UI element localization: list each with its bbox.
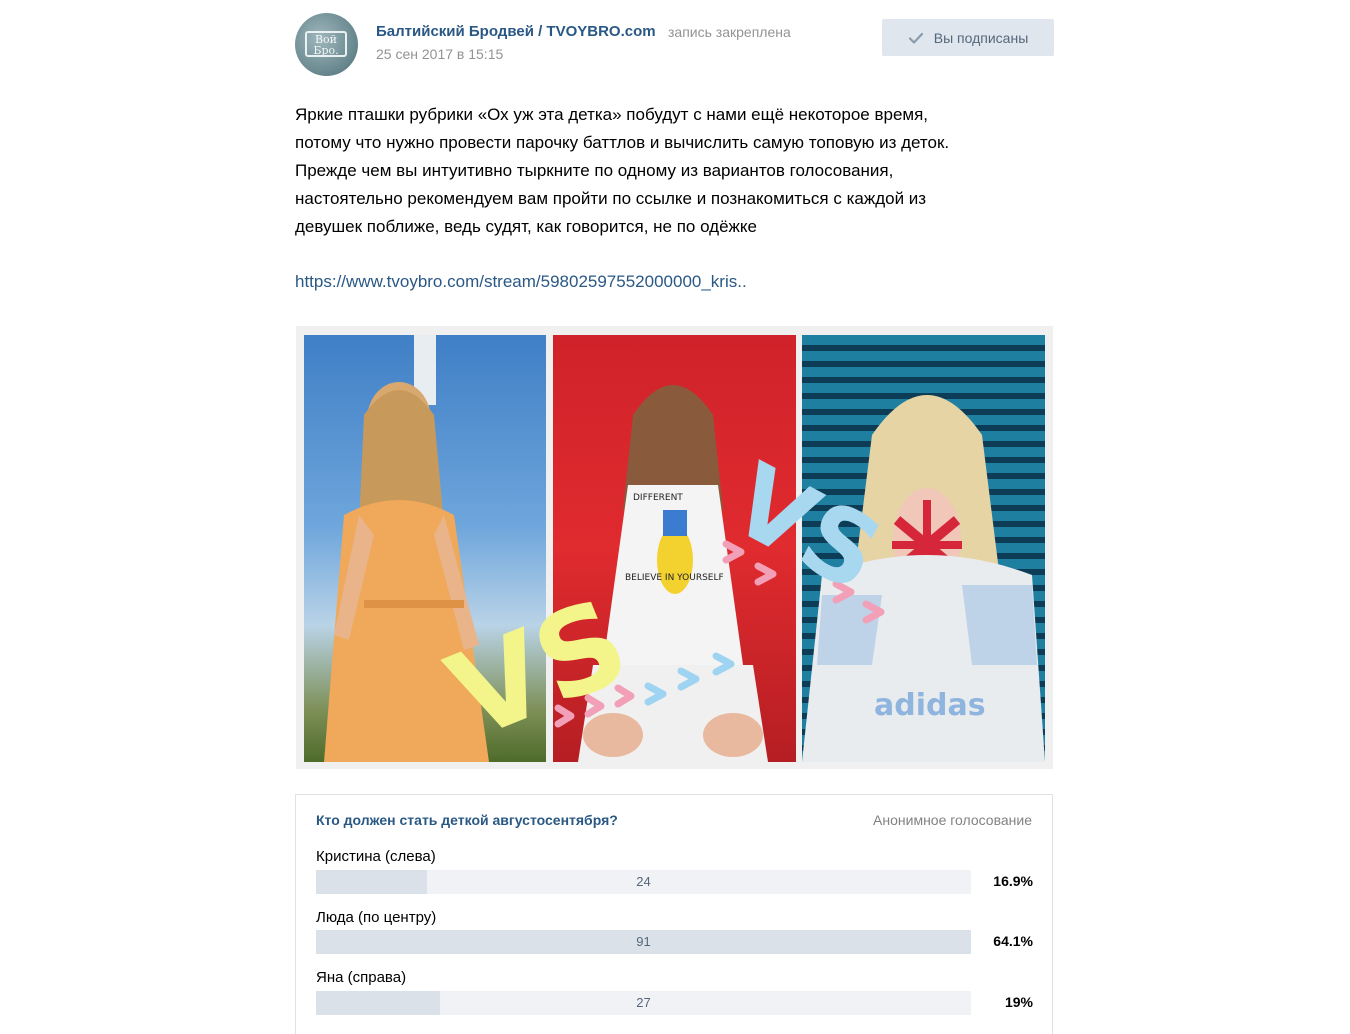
pinned-label: запись закреплена (668, 24, 791, 40)
poll-option-percent: 64.1% (993, 933, 1033, 949)
poll-option-bar[interactable]: 27 (316, 991, 971, 1015)
poll-type: Анонимное голосование (873, 812, 1032, 828)
poll-option-bar[interactable]: 91 (316, 930, 971, 954)
post-text-line: Прежде чем вы интуитивно тыркните по одн… (295, 161, 894, 180)
poll-option-label: Кристина (слева) (316, 848, 436, 865)
shirt-text-top: DIFFERENT (633, 493, 683, 503)
poll-option-count: 24 (636, 874, 651, 889)
photo-panel-center: DIFFERENT BELIEVE IN YOURSELF (553, 335, 796, 762)
subscribed-button[interactable]: Вы подписаны (882, 19, 1054, 56)
girl-orange-dress-figure (324, 335, 489, 762)
poll-option-count: 27 (636, 995, 651, 1010)
post-date[interactable]: 25 сен 2017 в 15:15 (376, 46, 503, 62)
check-icon (908, 32, 923, 44)
girl-white-dress-figure: DIFFERENT BELIEVE IN YOURSELF (578, 385, 768, 762)
post-text-line: настоятельно рекомендуем вам пройти по с… (295, 189, 927, 208)
community-avatar[interactable]: Вой Бро. (295, 13, 358, 76)
poll-option-label: Яна (справа) (316, 969, 407, 986)
subscribed-button-label: Вы подписаны (933, 29, 1029, 46)
poll: Кто должен стать деткой августосентября?… (295, 794, 1053, 1034)
post-link[interactable]: https://www.tvoybro.com/stream/598025975… (295, 268, 747, 296)
poll-option-percent: 16.9% (993, 873, 1033, 889)
community-name-link[interactable]: Балтийский Бродвей / TVOYBRO.com (376, 23, 656, 40)
community-logo: Вой Бро. (305, 31, 347, 57)
poll-option-count: 91 (636, 934, 651, 949)
post-text-line: девушек поближе, ведь судят, как говорит… (295, 217, 757, 236)
shirt-text-bottom: BELIEVE IN YOURSELF (625, 573, 724, 583)
poll-option-label: Люда (по центру) (316, 909, 437, 926)
adidas-logo-text: adidas (874, 688, 986, 723)
post-photo[interactable]: DIFFERENT BELIEVE IN YOURSELF adidas VS … (296, 326, 1053, 769)
post-text-line: потому что нужно провести парочку баттло… (295, 133, 950, 152)
poll-option-percent: 19% (1004, 994, 1033, 1010)
post-text: Яркие пташки рубрики «Ох уж эта детка» п… (295, 101, 1055, 241)
poll-option-bar[interactable]: 24 (316, 870, 971, 894)
girl-adidas-figure: adidas (802, 395, 1045, 762)
poll-question[interactable]: Кто должен стать деткой августосентября? (316, 812, 618, 828)
post-text-line: Яркие пташки рубрики «Ох уж эта детка» п… (295, 105, 929, 124)
photo-panel-left (304, 335, 546, 762)
photo-panel-right: adidas (802, 335, 1045, 762)
